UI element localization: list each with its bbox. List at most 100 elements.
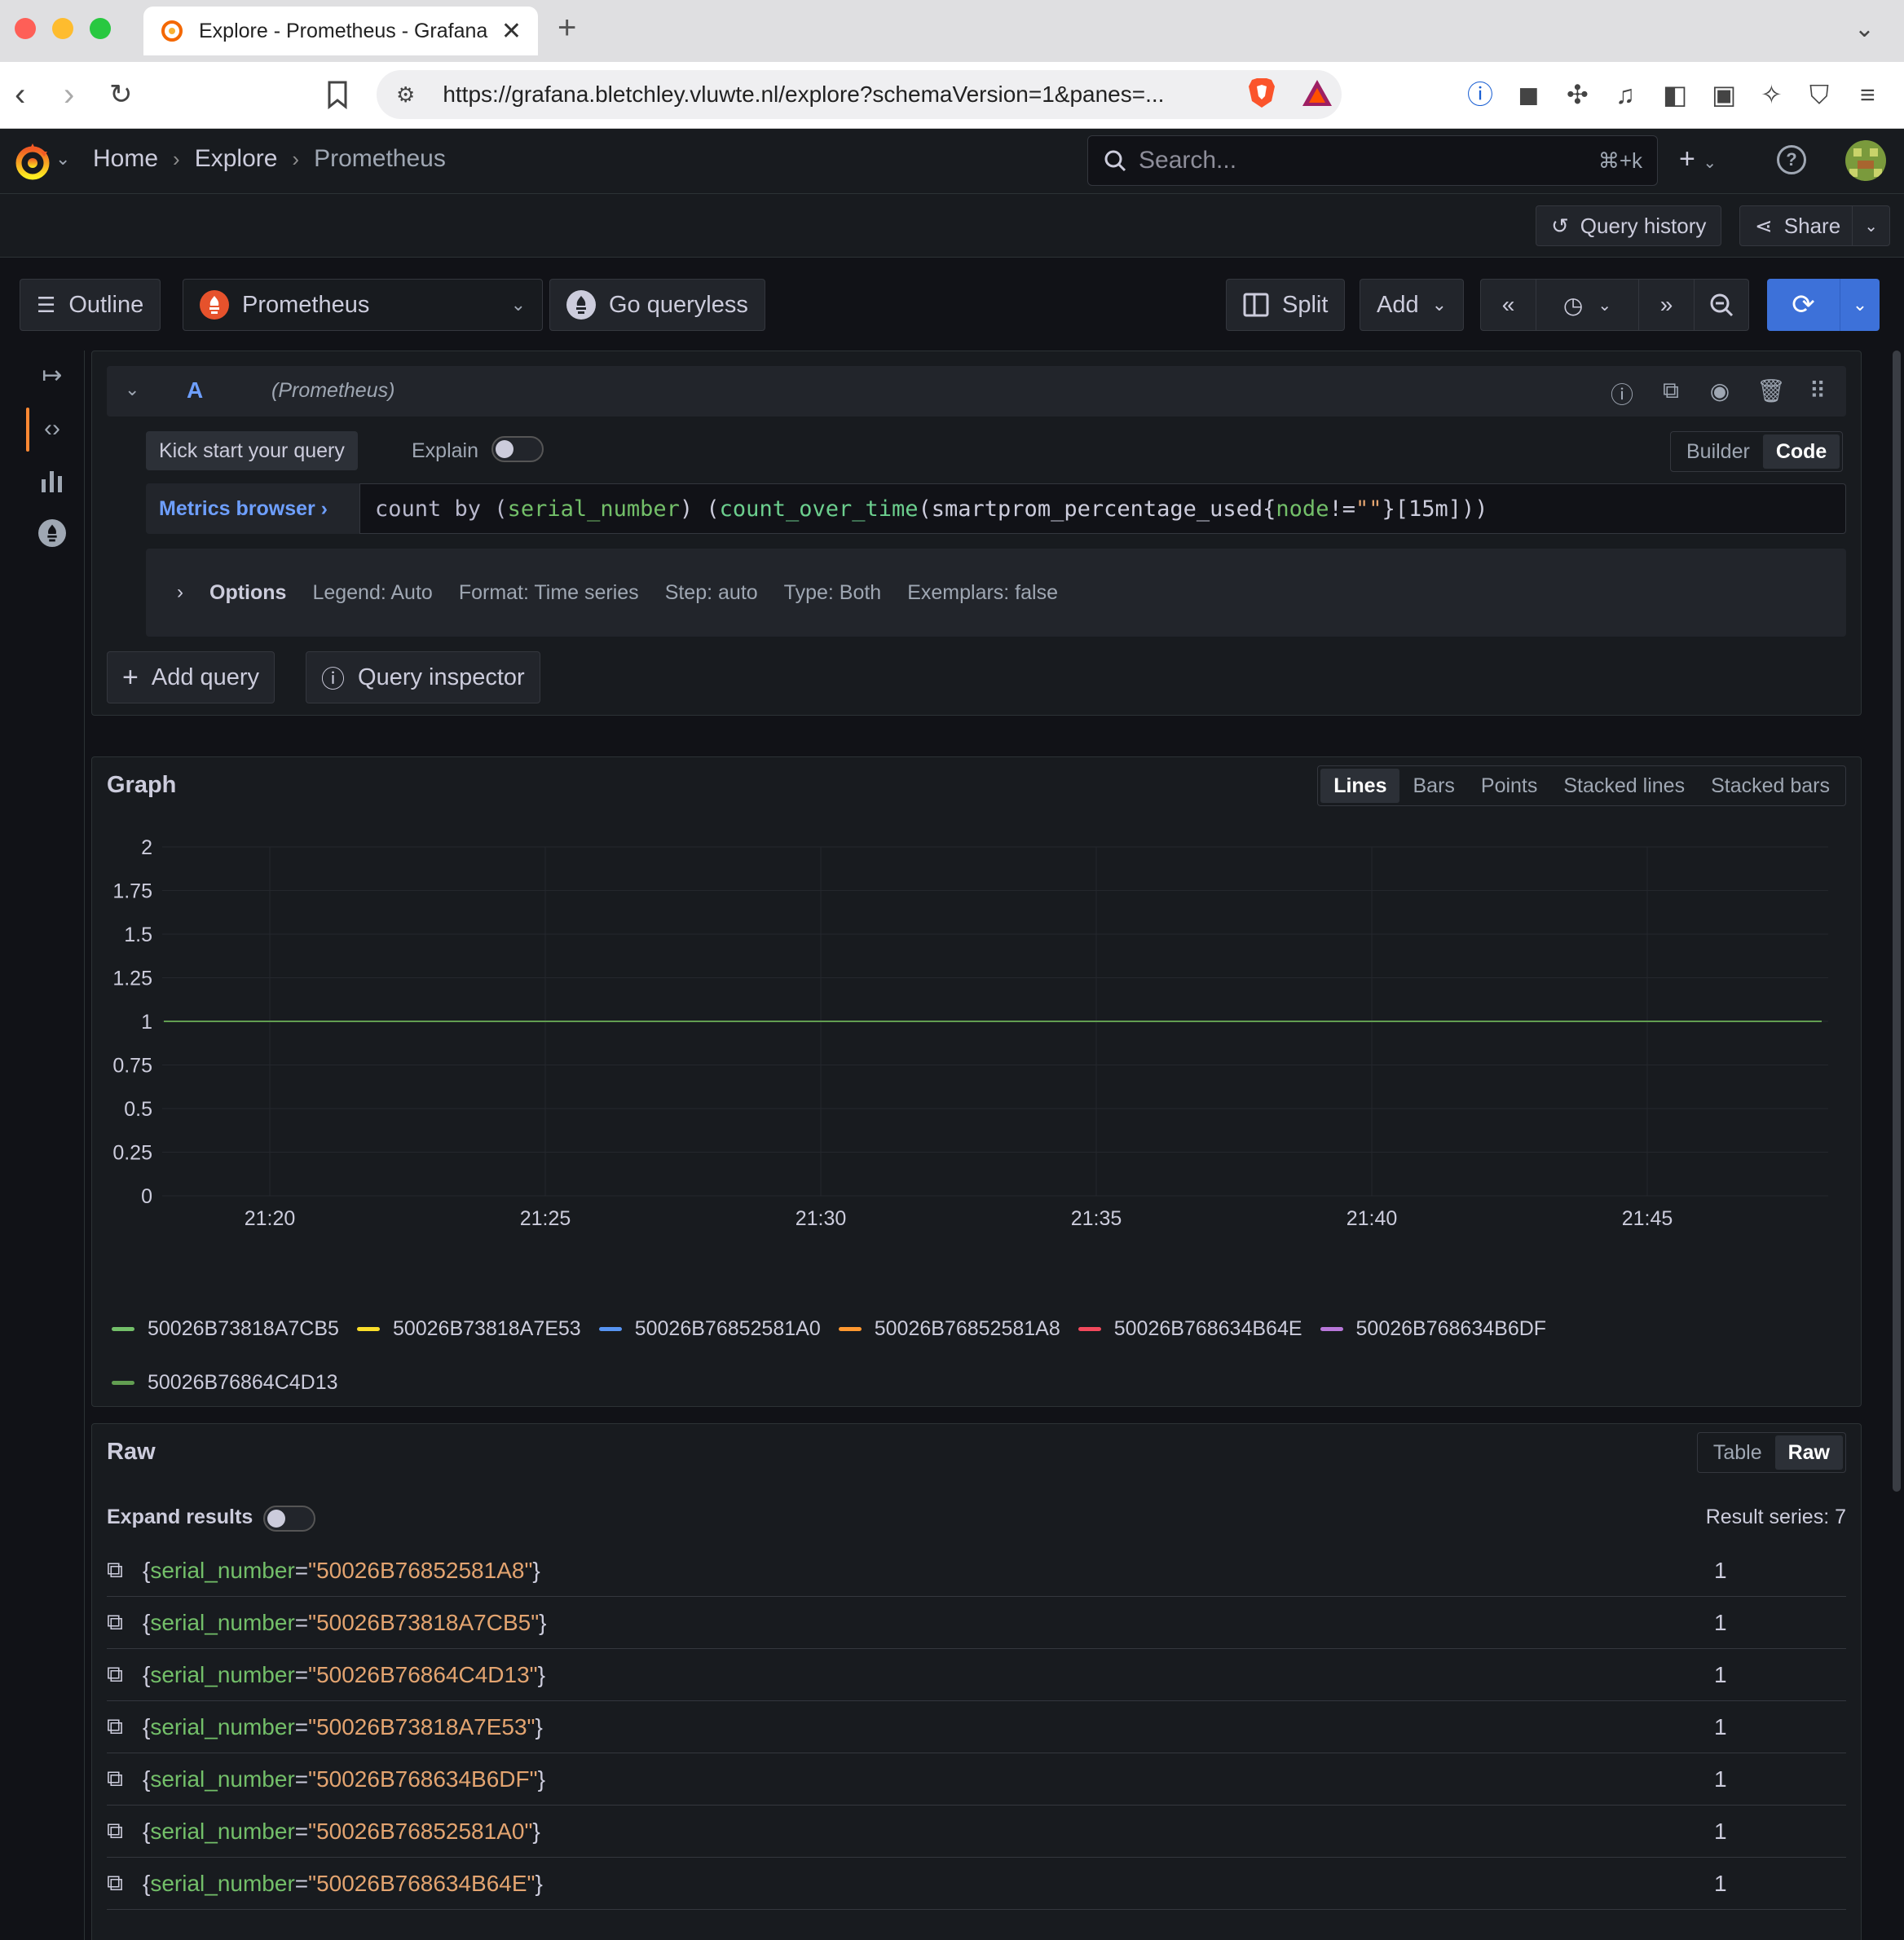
graph-type-bars[interactable]: Bars bbox=[1399, 769, 1467, 803]
legend-item[interactable]: 50026B76852581A8 bbox=[838, 1316, 1060, 1341]
graph-bar-chart-icon[interactable] bbox=[33, 461, 72, 500]
go-queryless-button[interactable]: Go queryless bbox=[549, 279, 765, 331]
hide-query-eye-icon[interactable]: ◉ bbox=[1708, 377, 1732, 410]
extensions-puzzle-icon[interactable]: ✣ bbox=[1567, 80, 1589, 109]
legend-item[interactable]: 50026B73818A7E53 bbox=[356, 1316, 581, 1341]
back-icon[interactable]: ‹ bbox=[15, 77, 25, 112]
builder-mode-tab[interactable]: Builder bbox=[1673, 434, 1763, 469]
share-button[interactable]: ⋖ Share ⌄ bbox=[1739, 205, 1891, 246]
legend-item[interactable]: 50026B76864C4D13 bbox=[112, 1370, 338, 1395]
url-field[interactable]: ⚙ https://grafana.bletchley.vluwte.nl/ex… bbox=[377, 70, 1342, 119]
expand-results-label: Expand results bbox=[107, 1506, 253, 1528]
copy-icon[interactable]: ⧉ bbox=[107, 1557, 143, 1584]
delete-query-trash-icon[interactable]: 🗑 bbox=[1756, 377, 1786, 410]
queries-code-icon[interactable]: ‹› bbox=[33, 409, 72, 448]
leo-ai-icon[interactable]: ✧ bbox=[1761, 80, 1783, 109]
refresh-interval-chevron-icon[interactable]: ⌄ bbox=[1840, 279, 1880, 331]
series-labels: {serial_number="50026B76864C4D13"} bbox=[143, 1661, 545, 1687]
copy-icon[interactable]: ⧉ bbox=[107, 1766, 143, 1792]
breadcrumb-home[interactable]: Home bbox=[93, 145, 158, 173]
expr-range: }[15m])) bbox=[1382, 496, 1488, 522]
copy-icon[interactable]: ⧉ bbox=[107, 1870, 143, 1897]
table-view-tab[interactable]: Table bbox=[1700, 1435, 1775, 1470]
site-settings-icon[interactable]: ⚙ bbox=[396, 82, 415, 108]
graph-type-stacked-bars[interactable]: Stacked bars bbox=[1698, 769, 1843, 803]
metrics-browser-button[interactable]: Metrics browser › bbox=[146, 483, 361, 534]
code-mode-tab[interactable]: Code bbox=[1762, 434, 1840, 469]
outline-button[interactable]: ☰ Outline bbox=[20, 279, 161, 331]
tab-list-chevron-icon[interactable]: ⌄ bbox=[1854, 15, 1875, 43]
clock-icon: ◷ bbox=[1562, 292, 1584, 318]
raw-view-tab[interactable]: Raw bbox=[1774, 1435, 1843, 1470]
browser-menu-icon[interactable]: ≡ bbox=[1860, 80, 1875, 109]
time-shift-back-button[interactable]: « bbox=[1481, 280, 1536, 330]
query-help-icon[interactable]: ⓘ bbox=[1610, 377, 1634, 410]
kick-start-query-button[interactable]: Kick start your query bbox=[146, 431, 358, 470]
legend-swatch bbox=[598, 1326, 622, 1331]
vpn-shield-icon[interactable]: ⛉ bbox=[1809, 80, 1829, 109]
legend-item[interactable]: 50026B768634B64E bbox=[1078, 1316, 1302, 1341]
bookmark-icon[interactable] bbox=[326, 80, 349, 109]
breadcrumb-explore[interactable]: Explore bbox=[195, 145, 278, 173]
help-icon[interactable]: ? bbox=[1777, 145, 1806, 174]
series-label-name: serial_number bbox=[150, 1661, 295, 1687]
datasource-picker[interactable]: Prometheus ⌄ bbox=[183, 279, 543, 331]
add-button[interactable]: Add ⌄ bbox=[1360, 279, 1465, 331]
minimize-window-button[interactable] bbox=[52, 18, 73, 39]
query-inspector-button[interactable]: ⓘ Query inspector bbox=[306, 651, 540, 703]
browser-address-bar: ‹ › ↻ ⚙ https://grafana.bletchley.vluwte… bbox=[0, 62, 1904, 129]
extension-icon[interactable]: ◼ bbox=[1518, 80, 1540, 109]
legend-item[interactable]: 50026B73818A7CB5 bbox=[112, 1316, 339, 1341]
copy-icon[interactable]: ⧉ bbox=[107, 1713, 143, 1740]
grafana-logo-icon[interactable] bbox=[11, 140, 54, 183]
editor-mode-switch: Builder Code bbox=[1670, 431, 1844, 472]
copy-icon[interactable]: ⧉ bbox=[107, 1818, 143, 1845]
zoom-out-button[interactable] bbox=[1695, 280, 1748, 330]
close-window-button[interactable] bbox=[15, 18, 36, 39]
add-query-button[interactable]: + Add query bbox=[107, 651, 275, 703]
avatar[interactable] bbox=[1845, 140, 1886, 181]
graph-type-stacked-lines[interactable]: Stacked lines bbox=[1550, 769, 1698, 803]
reload-icon[interactable]: ↻ bbox=[109, 77, 133, 112]
expand-results-toggle[interactable] bbox=[263, 1506, 315, 1532]
time-picker-button[interactable]: ◷ ⌄ bbox=[1536, 280, 1639, 330]
search-input[interactable]: Search... ⌘+k bbox=[1087, 135, 1658, 186]
tab-close-icon[interactable]: ✕ bbox=[501, 17, 522, 46]
copy-icon[interactable]: ⧉ bbox=[107, 1661, 143, 1688]
expand-outline-icon[interactable]: ↦ bbox=[33, 355, 72, 395]
browser-tab[interactable]: Explore - Prometheus - Grafana ✕ bbox=[143, 7, 538, 55]
query-ref-id[interactable]: A bbox=[187, 377, 203, 403]
time-series-chart[interactable]: 0 0.25 0.5 0.75 1 1.25 1.5 1.75 2 21:20 21:25 21:30… bbox=[92, 814, 1861, 1254]
series-labels: {serial_number="50026B76852581A8"} bbox=[143, 1557, 540, 1583]
run-query-button[interactable]: ⟳ ⌄ bbox=[1767, 279, 1880, 331]
share-chevron-icon[interactable]: ⌄ bbox=[1852, 206, 1889, 245]
password-manager-icon[interactable]: ⓘ bbox=[1467, 80, 1493, 109]
wallet-icon[interactable]: ▣ bbox=[1712, 80, 1736, 109]
brave-shields-icon[interactable] bbox=[1247, 77, 1276, 109]
media-music-icon[interactable]: ♫ bbox=[1615, 80, 1635, 109]
collapse-query-chevron-icon[interactable]: ⌄ bbox=[125, 379, 139, 400]
maximize-window-button[interactable] bbox=[90, 18, 111, 39]
sidebar-toggle-icon[interactable]: ◧ bbox=[1663, 80, 1687, 109]
graph-type-lines[interactable]: Lines bbox=[1320, 769, 1400, 803]
graph-type-points[interactable]: Points bbox=[1468, 769, 1550, 803]
new-menu-button[interactable]: + ⌄ bbox=[1679, 143, 1717, 175]
legend-item[interactable]: 50026B76852581A0 bbox=[598, 1316, 821, 1341]
duplicate-query-icon[interactable]: ⧉ bbox=[1659, 377, 1683, 410]
forward-icon[interactable]: › bbox=[64, 77, 74, 112]
legend-item[interactable]: 50026B768634B6DF bbox=[1320, 1316, 1546, 1341]
promql-query-input[interactable]: count by (serial_number) (count_over_tim… bbox=[359, 483, 1846, 534]
copy-icon[interactable]: ⧉ bbox=[107, 1609, 143, 1636]
new-tab-icon[interactable]: + bbox=[558, 10, 576, 46]
mega-menu-chevron-icon[interactable]: ⌄ bbox=[55, 148, 70, 170]
time-shift-forward-button[interactable]: » bbox=[1639, 280, 1695, 330]
explain-toggle[interactable] bbox=[491, 436, 544, 462]
refresh-icon[interactable]: ⟳ bbox=[1767, 279, 1840, 331]
query-history-button[interactable]: ↺ Query history bbox=[1536, 205, 1722, 246]
brave-rewards-icon[interactable] bbox=[1301, 78, 1333, 108]
drag-handle-icon[interactable]: ⠿ bbox=[1805, 377, 1830, 410]
split-button[interactable]: Split bbox=[1226, 279, 1346, 331]
raw-prometheus-icon[interactable] bbox=[33, 514, 72, 553]
query-options-row[interactable]: › Options Legend: Auto Format: Time seri… bbox=[146, 549, 1846, 637]
page-scrollbar[interactable] bbox=[1893, 351, 1901, 1492]
